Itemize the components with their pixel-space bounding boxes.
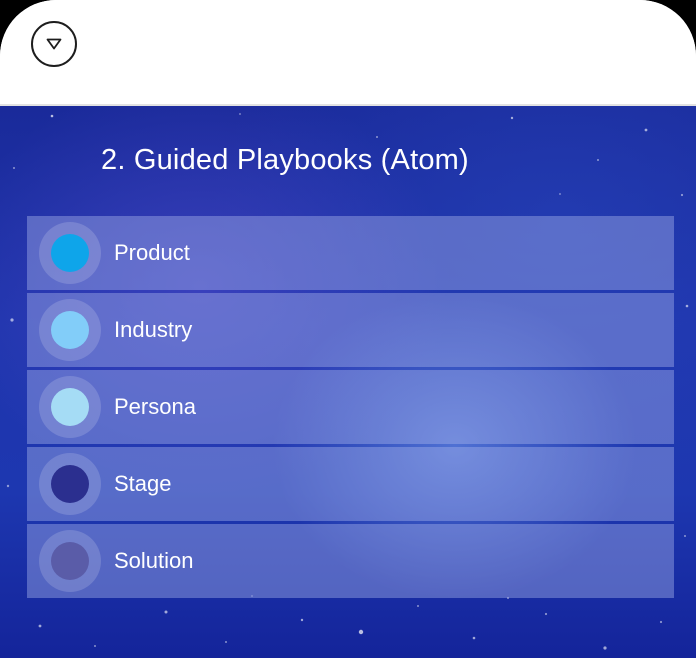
color-dot-icon <box>51 465 89 503</box>
option-label: Industry <box>114 317 193 342</box>
option-label: Persona <box>114 394 196 419</box>
option-product[interactable]: Product <box>27 216 674 290</box>
app-screen: 2. Guided Playbooks (Atom) Product Indus… <box>0 0 696 658</box>
option-label: Product <box>114 240 190 265</box>
option-stage[interactable]: Stage <box>27 447 674 521</box>
radio-button[interactable] <box>39 453 101 515</box>
option-label: Solution <box>114 548 194 573</box>
option-solution[interactable]: Solution <box>27 524 674 598</box>
header-bar <box>0 0 696 105</box>
collapse-button[interactable] <box>31 21 77 67</box>
radio-button[interactable] <box>39 222 101 284</box>
playbook-options-list: Product Industry Persona Stage Solution <box>27 216 674 598</box>
playbook-panel: 2. Guided Playbooks (Atom) Product Indus… <box>0 106 696 658</box>
chevron-down-icon <box>46 38 62 50</box>
radio-button[interactable] <box>39 376 101 438</box>
color-dot-icon <box>51 311 89 349</box>
color-dot-icon <box>51 388 89 426</box>
page-title: 2. Guided Playbooks (Atom) <box>101 144 469 176</box>
color-dot-icon <box>51 542 89 580</box>
radio-button[interactable] <box>39 530 101 592</box>
radio-button[interactable] <box>39 299 101 361</box>
option-persona[interactable]: Persona <box>27 370 674 444</box>
option-label: Stage <box>114 471 172 496</box>
option-industry[interactable]: Industry <box>27 293 674 367</box>
color-dot-icon <box>51 234 89 272</box>
